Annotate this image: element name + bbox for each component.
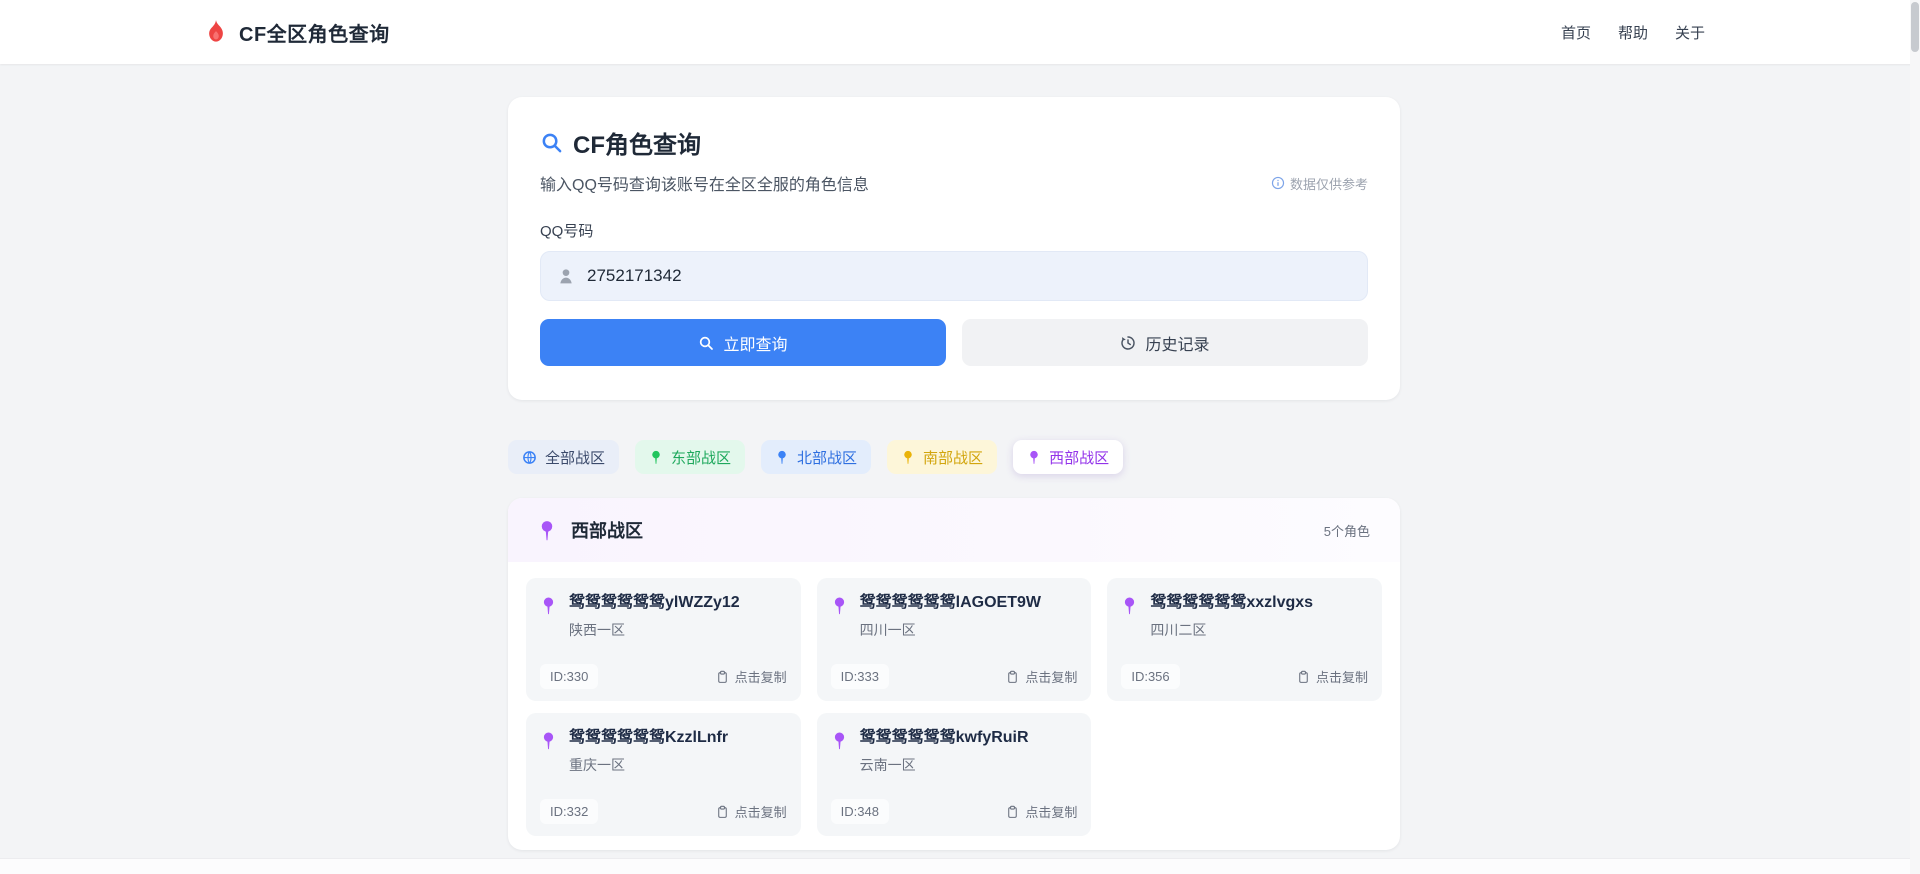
- main-nav: 首页 帮助 关于: [1561, 22, 1705, 43]
- character-card: 鸳鸳鸳鸳鸳鸳ylWZZy12 陕西一区 ID:330 点击复制: [526, 578, 801, 701]
- info-icon: [1271, 176, 1285, 190]
- clipboard-icon: [716, 805, 729, 819]
- character-card: 鸳鸳鸳鸳鸳鸳KzzlLnfr 重庆一区 ID:332 点击复制: [526, 713, 801, 836]
- character-name: 鸳鸳鸳鸳鸳鸳lAGOET9W: [860, 593, 1041, 613]
- filter-tab-label: 西部战区: [1049, 447, 1109, 468]
- results-card: 西部战区 5个角色 鸳鸳鸳鸳鸳鸳ylWZZy12 陕西一区 ID:330: [508, 498, 1400, 850]
- app-title: CF全区角色查询: [239, 18, 390, 47]
- history-icon: [1120, 335, 1136, 351]
- clipboard-icon: [1297, 670, 1310, 684]
- history-button-label: 历史记录: [1145, 331, 1209, 355]
- filter-tab[interactable]: 南部战区: [887, 440, 997, 474]
- copy-button[interactable]: 点击复制: [1297, 667, 1368, 686]
- user-icon: [558, 267, 574, 285]
- character-pin-icon: [831, 596, 848, 616]
- filter-tab-label: 全部战区: [545, 447, 605, 468]
- copy-button[interactable]: 点击复制: [1006, 667, 1077, 686]
- zone-filter-tabs: 全部战区 东部战区 北部战区: [508, 440, 1400, 474]
- page-scrollbar[interactable]: [1910, 0, 1920, 874]
- character-pin-icon: [1121, 596, 1138, 616]
- globe-icon: [522, 450, 537, 465]
- copy-button-label: 点击复制: [735, 667, 787, 686]
- footer: [0, 858, 1920, 874]
- clipboard-icon: [1006, 805, 1019, 819]
- clipboard-icon: [716, 670, 729, 684]
- clipboard-icon: [1006, 670, 1019, 684]
- character-region: 四川一区: [860, 620, 1041, 640]
- search-card: CF角色查询 输入QQ号码查询该账号在全区全服的角色信息 数据仅供参考 QQ号码…: [508, 97, 1400, 400]
- brand: CF全区角色查询: [205, 18, 390, 47]
- character-region: 陕西一区: [569, 620, 740, 640]
- copy-button-label: 点击复制: [735, 802, 787, 821]
- nav-link[interactable]: 首页: [1561, 22, 1591, 43]
- character-card: 鸳鸳鸳鸳鸳鸳kwfyRuiR 云南一区 ID:348 点击复制: [817, 713, 1092, 836]
- search-icon: [540, 131, 563, 154]
- nav-link[interactable]: 关于: [1675, 22, 1705, 43]
- data-notice-label: 数据仅供参考: [1290, 174, 1368, 193]
- page-subtitle: 输入QQ号码查询该账号在全区全服的角色信息: [540, 171, 869, 195]
- zone-pin-icon: [538, 520, 556, 541]
- qq-input[interactable]: 2752171342: [540, 251, 1368, 301]
- copy-button-label: 点击复制: [1316, 667, 1368, 686]
- scrollbar-thumb[interactable]: [1911, 2, 1919, 52]
- filter-tab-label: 南部战区: [923, 447, 983, 468]
- qq-input-value: 2752171342: [587, 266, 682, 286]
- flame-icon: [205, 19, 227, 45]
- nav-link[interactable]: 帮助: [1618, 22, 1648, 43]
- character-region: 四川二区: [1150, 620, 1313, 640]
- filter-tab[interactable]: 西部战区: [1013, 440, 1123, 474]
- character-name: 鸳鸳鸳鸳鸳鸳kwfyRuiR: [860, 728, 1029, 748]
- search-button[interactable]: 立即查询: [540, 319, 946, 366]
- character-pin-icon: [831, 731, 848, 751]
- character-name: 鸳鸳鸳鸳鸳鸳xxzlvgxs: [1150, 593, 1313, 613]
- filter-tab[interactable]: 北部战区: [761, 440, 871, 474]
- character-pin-icon: [540, 596, 557, 616]
- filter-tab[interactable]: 东部战区: [635, 440, 745, 474]
- character-region: 重庆一区: [569, 755, 728, 775]
- qq-field-label: QQ号码: [540, 220, 1368, 241]
- copy-button-label: 点击复制: [1025, 667, 1077, 686]
- app-header: CF全区角色查询 首页 帮助 关于: [0, 0, 1920, 64]
- character-card: 鸳鸳鸳鸳鸳鸳xxzlvgxs 四川二区 ID:356 点击复制: [1107, 578, 1382, 701]
- copy-button-label: 点击复制: [1025, 802, 1077, 821]
- filter-tab[interactable]: 全部战区: [508, 440, 619, 474]
- character-name: 鸳鸳鸳鸳鸳鸳KzzlLnfr: [569, 728, 728, 748]
- pin-icon: [1027, 450, 1041, 465]
- character-id-badge: ID:330: [540, 664, 598, 689]
- filter-tab-label: 北部战区: [797, 447, 857, 468]
- page-title: CF角色查询: [573, 125, 701, 160]
- data-notice: 数据仅供参考: [1271, 174, 1368, 193]
- character-grid: 鸳鸳鸳鸳鸳鸳ylWZZy12 陕西一区 ID:330 点击复制: [508, 562, 1400, 850]
- character-card: 鸳鸳鸳鸳鸳鸳lAGOET9W 四川一区 ID:333 点击复制: [817, 578, 1092, 701]
- pin-icon: [901, 450, 915, 465]
- search-button-label: 立即查询: [723, 331, 787, 355]
- zone-count-badge: 5个角色: [1324, 521, 1370, 540]
- zone-title: 西部战区: [571, 517, 643, 543]
- copy-button[interactable]: 点击复制: [716, 802, 787, 821]
- character-region: 云南一区: [860, 755, 1029, 775]
- character-id-badge: ID:348: [831, 799, 889, 824]
- page-content: CF角色查询 输入QQ号码查询该账号在全区全服的角色信息 数据仅供参考 QQ号码…: [508, 64, 1400, 850]
- pin-icon: [649, 450, 663, 465]
- copy-button[interactable]: 点击复制: [1006, 802, 1077, 821]
- character-pin-icon: [540, 731, 557, 751]
- zone-section-header: 西部战区 5个角色: [508, 498, 1400, 562]
- character-id-badge: ID:332: [540, 799, 598, 824]
- copy-button[interactable]: 点击复制: [716, 667, 787, 686]
- character-name: 鸳鸳鸳鸳鸳鸳ylWZZy12: [569, 593, 740, 613]
- history-button[interactable]: 历史记录: [962, 319, 1368, 366]
- search-icon: [698, 335, 714, 351]
- filter-tab-label: 东部战区: [671, 447, 731, 468]
- character-id-badge: ID:356: [1121, 664, 1179, 689]
- pin-icon: [775, 450, 789, 465]
- character-id-badge: ID:333: [831, 664, 889, 689]
